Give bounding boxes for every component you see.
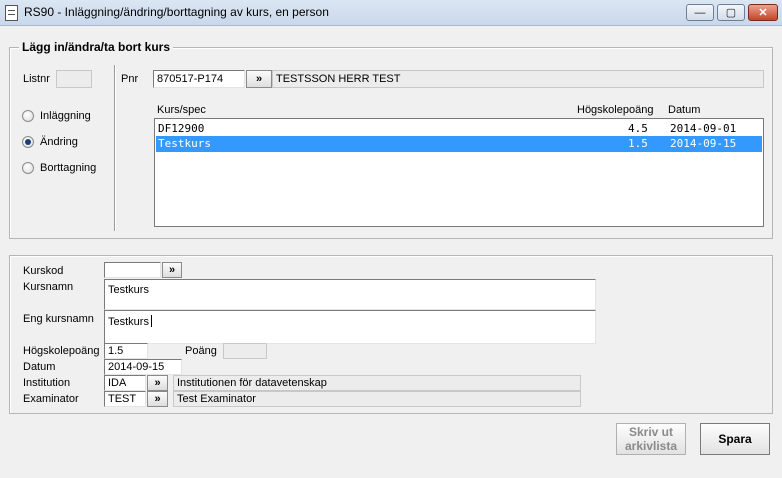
hp-field[interactable]: 1.5 <box>104 343 148 359</box>
radio-andring-label: Ändring <box>40 136 78 148</box>
institution-code-field[interactable]: IDA <box>104 375 146 391</box>
examinator-label: Examinator <box>23 393 79 405</box>
poang-label: Poäng <box>185 345 217 357</box>
minimize-button[interactable]: — <box>686 4 714 21</box>
app-icon <box>5 5 18 21</box>
examinator-lookup-button[interactable]: » <box>147 391 168 407</box>
kurskod-lookup-button[interactable]: » <box>162 262 182 278</box>
title-bar: RS90 - Inläggning/ändring/borttagning av… <box>0 0 782 26</box>
datum-field[interactable]: 2014-09-15 <box>104 359 182 375</box>
radio-inlaggning-circle[interactable] <box>22 110 34 122</box>
course-credits: 1.5 <box>628 137 648 150</box>
header-credits: Högskolepoäng <box>577 104 654 116</box>
window-title: RS90 - Inläggning/ändring/borttagning av… <box>24 5 329 19</box>
print-archive-list-button[interactable]: Skriv ut arkivlista <box>616 423 686 455</box>
institution-label: Institution <box>23 377 71 389</box>
course-code: DF12900 <box>158 122 205 135</box>
list-item-selected[interactable]: Testkurs 1.5 2014-09-15 <box>156 136 762 152</box>
kurskod-field[interactable] <box>104 262 161 278</box>
course-date: 2014-09-15 <box>670 137 737 150</box>
hp-label: Högskolepoäng <box>23 345 100 357</box>
save-button[interactable]: Spara <box>700 423 770 455</box>
examinator-code-field[interactable]: TEST <box>104 391 146 407</box>
maximize-button[interactable]: ▢ <box>717 4 745 21</box>
kursnamn-field[interactable]: Testkurs <box>104 279 596 310</box>
person-name-field: TESTSSON HERR TEST <box>272 70 764 88</box>
text-caret <box>150 315 152 327</box>
course-list[interactable]: DF12900 4.5 2014-09-01 Testkurs 1.5 2014… <box>154 118 764 227</box>
pnr-label: Pnr <box>121 73 139 85</box>
eng-kursnamn-field[interactable]: Testkurs <box>104 310 596 344</box>
datum-label: Datum <box>23 361 56 373</box>
radio-andring-circle[interactable] <box>22 136 34 148</box>
header-date: Datum <box>668 104 701 116</box>
radio-inlaggning-label: Inläggning <box>40 110 91 122</box>
listnr-field[interactable] <box>56 70 92 88</box>
group-legend: Lägg in/ändra/ta bort kurs <box>19 40 174 54</box>
course-date: 2014-09-01 <box>670 122 737 135</box>
print-button-line1: Skriv ut <box>628 425 673 439</box>
institution-lookup-button[interactable]: » <box>147 375 168 391</box>
print-button-line2: arkivlista <box>624 439 678 453</box>
group-divider <box>114 65 115 231</box>
eng-kursnamn-label: Eng kursnamn <box>23 313 94 325</box>
kursnamn-label: Kursnamn <box>23 281 74 293</box>
radio-borttagning-label: Borttagning <box>40 162 97 174</box>
examinator-name-field: Test Examinator <box>173 391 581 407</box>
institution-name-field: Institutionen för datavetenskap <box>173 375 581 391</box>
course-code: Testkurs <box>158 137 211 150</box>
poang-field <box>223 343 267 359</box>
kurskod-label: Kurskod <box>23 265 64 277</box>
eng-kursnamn-text: Testkurs <box>108 316 149 328</box>
header-course: Kurs/spec <box>157 104 206 116</box>
close-button[interactable]: ✕ <box>748 4 778 21</box>
pnr-lookup-button[interactable]: » <box>246 70 272 88</box>
course-credits: 4.5 <box>628 122 648 135</box>
radio-borttagning-circle[interactable] <box>22 162 34 174</box>
pnr-field[interactable]: 870517-P174 <box>153 70 245 88</box>
listnr-label: Listnr <box>23 73 50 85</box>
list-item[interactable]: DF12900 4.5 2014-09-01 <box>156 121 762 137</box>
